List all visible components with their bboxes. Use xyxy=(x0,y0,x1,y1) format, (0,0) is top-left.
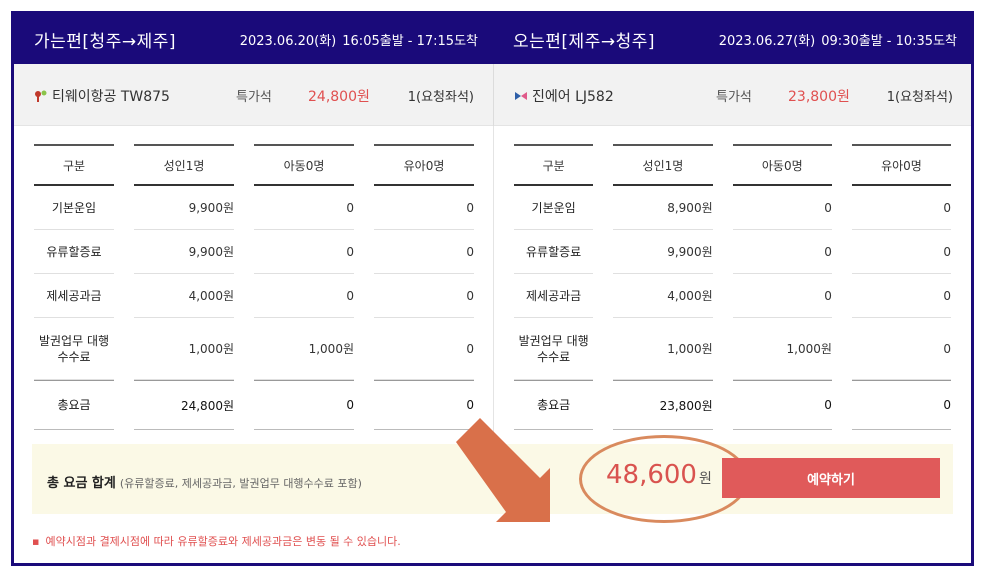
child-fare: 0 xyxy=(732,274,832,318)
row-label: 제세공과금 xyxy=(34,274,114,318)
outbound-date: 2023.06.20(화) xyxy=(239,34,337,49)
col-header-adult: 성인1명 xyxy=(134,144,234,186)
infant-fare: 0 xyxy=(374,230,474,274)
book-button[interactable]: 예약하기 xyxy=(722,458,940,498)
inbound-airline-name: 진에어 LJ582 xyxy=(532,89,614,105)
table-row: 유류할증료 9,900원 0 0 xyxy=(34,230,474,274)
col-header-child: 아동0명 xyxy=(254,144,354,186)
inbound-schedule: 2023.06.27(화) 09:30출발 - 10:35도착 xyxy=(719,30,957,49)
child-total: 0 xyxy=(254,380,354,430)
jinair-logo-icon xyxy=(514,89,528,103)
row-label: 유류할증료 xyxy=(34,230,114,274)
col-header-category: 구분 xyxy=(514,144,594,186)
adult-total: 23,800원 xyxy=(613,380,713,430)
col-header-adult: 성인1명 xyxy=(613,144,713,186)
infant-fare: 0 xyxy=(851,230,951,274)
infant-fare: 0 xyxy=(851,274,951,318)
total-row: 총요금 23,800원 0 0 xyxy=(514,380,951,430)
adult-fare: 4,000원 xyxy=(613,274,713,318)
inbound-airline: 진에어 LJ582 xyxy=(514,86,614,106)
adult-fare: 9,900원 xyxy=(134,230,234,274)
col-header-infant: 유아0명 xyxy=(374,144,474,186)
row-label: 발권업무 대행 수수료 xyxy=(34,318,114,380)
inbound-date: 2023.06.27(화) xyxy=(718,34,816,49)
outbound-header: 가는편[청주→제주] 2023.06.20(화) 16:05출발 - 17:15도… xyxy=(14,14,492,64)
notice-bullet-icon: ▪ xyxy=(32,535,40,548)
total-label: 총요금 xyxy=(34,380,114,430)
infant-total: 0 xyxy=(851,380,951,430)
total-row: 총요금 24,800원 0 0 xyxy=(34,380,474,430)
notice-text: 예약시점과 결제시점에 따라 유류할증료와 제세공과금은 변동 될 수 있습니다… xyxy=(45,535,401,548)
col-header-infant: 유아0명 xyxy=(851,144,951,186)
child-fare: 0 xyxy=(254,186,354,230)
fare-summary-panel: 가는편[청주→제주] 2023.06.20(화) 16:05출발 - 17:15도… xyxy=(11,11,974,566)
table-row: 발권업무 대행 수수료 1,000원 1,000원 0 xyxy=(514,318,951,380)
outbound-airline-name: 티웨이항공 TW875 xyxy=(52,89,170,105)
inbound-time: 09:30출발 - 10:35도착 xyxy=(821,34,957,49)
row-label: 기본운임 xyxy=(34,186,114,230)
grand-total-note: (유류할증료, 제세공과금, 발권업무 대행수수료 포함) xyxy=(119,477,362,490)
adult-total: 24,800원 xyxy=(134,380,234,430)
grand-total-label: 총 요금 합계 (유류할증료, 제세공과금, 발권업무 대행수수료 포함) xyxy=(47,472,362,491)
outbound-schedule: 2023.06.20(화) 16:05출발 - 17:15도착 xyxy=(240,30,478,49)
annotation-arrow-icon xyxy=(456,418,550,522)
tway-logo-icon xyxy=(34,89,48,103)
adult-fare: 1,000원 xyxy=(613,318,713,380)
col-header-category: 구분 xyxy=(34,144,114,186)
inbound-fare-table: 구분 성인1명 아동0명 유아0명 기본운임 8,900원 0 0 유류할증료 … xyxy=(494,144,971,430)
row-label: 기본운임 xyxy=(514,186,594,230)
adult-fare: 4,000원 xyxy=(134,274,234,318)
row-label-line2: 수수료 xyxy=(537,349,571,364)
col-header-child: 아동0명 xyxy=(732,144,832,186)
outbound-fare-table: 구분 성인1명 아동0명 유아0명 기본운임 9,900원 0 0 유류할증료 … xyxy=(14,144,494,430)
adult-fare: 8,900원 xyxy=(613,186,713,230)
inbound-price: 23,800원 xyxy=(788,89,850,105)
row-label-line1: 발권업무 대행 xyxy=(38,333,110,348)
outbound-time: 16:05출발 - 17:15도착 xyxy=(342,34,478,49)
inbound-seat-class: 특가석 xyxy=(716,90,752,105)
infant-fare: 0 xyxy=(851,186,951,230)
child-fare: 0 xyxy=(254,230,354,274)
adult-fare: 9,900원 xyxy=(134,186,234,230)
outbound-route-title: 가는편[청주→제주] xyxy=(34,32,176,52)
table-row: 제세공과금 4,000원 0 0 xyxy=(514,274,951,318)
inbound-header: 오는편[제주→청주] 2023.06.27(화) 09:30출발 - 10:35도… xyxy=(493,14,971,64)
row-label: 유류할증료 xyxy=(514,230,594,274)
table-header-row: 구분 성인1명 아동0명 유아0명 xyxy=(34,144,474,186)
infant-fare: 0 xyxy=(374,318,474,380)
child-total: 0 xyxy=(732,380,832,430)
adult-fare: 9,900원 xyxy=(613,230,713,274)
table-row: 제세공과금 4,000원 0 0 xyxy=(34,274,474,318)
outbound-seat-count: 1(요청좌석) xyxy=(407,90,474,105)
outbound-flight-info: 티웨이항공 TW875 특가석 24,800원 1(요청좌석) xyxy=(14,64,492,126)
inbound-seat-count: 1(요청좌석) xyxy=(886,90,953,105)
infant-fare: 0 xyxy=(374,186,474,230)
row-label: 제세공과금 xyxy=(514,274,594,318)
child-fare: 0 xyxy=(732,230,832,274)
child-fare: 0 xyxy=(732,186,832,230)
table-row: 기본운임 9,900원 0 0 xyxy=(34,186,474,230)
table-row: 기본운임 8,900원 0 0 xyxy=(514,186,951,230)
infant-fare: 0 xyxy=(374,274,474,318)
adult-fare: 1,000원 xyxy=(134,318,234,380)
flight-info-bar: 티웨이항공 TW875 특가석 24,800원 1(요청좌석) 진에어 LJ58… xyxy=(14,64,971,126)
child-fare: 0 xyxy=(254,274,354,318)
table-row: 발권업무 대행 수수료 1,000원 1,000원 0 xyxy=(34,318,474,380)
outbound-price: 24,800원 xyxy=(308,89,370,105)
outbound-seat-class: 특가석 xyxy=(236,90,272,105)
itinerary-header: 가는편[청주→제주] 2023.06.20(화) 16:05출발 - 17:15도… xyxy=(14,14,971,64)
row-label: 발권업무 대행 수수료 xyxy=(514,318,594,380)
infant-fare: 0 xyxy=(851,318,951,380)
inbound-route-title: 오는편[제주→청주] xyxy=(513,32,655,52)
row-label-line2: 수수료 xyxy=(57,349,91,364)
grand-total-title: 총 요금 합계 xyxy=(47,476,116,491)
table-header-row: 구분 성인1명 아동0명 유아0명 xyxy=(514,144,951,186)
outbound-airline: 티웨이항공 TW875 xyxy=(34,86,170,106)
child-fare: 1,000원 xyxy=(732,318,832,380)
child-fare: 1,000원 xyxy=(254,318,354,380)
table-row: 유류할증료 9,900원 0 0 xyxy=(514,230,951,274)
inbound-flight-info: 진에어 LJ582 특가석 23,800원 1(요청좌석) xyxy=(493,64,971,126)
fare-notice: ▪ 예약시점과 결제시점에 따라 유류할증료와 제세공과금은 변동 될 수 있습니… xyxy=(32,533,401,549)
row-label-line1: 발권업무 대행 xyxy=(518,333,589,348)
